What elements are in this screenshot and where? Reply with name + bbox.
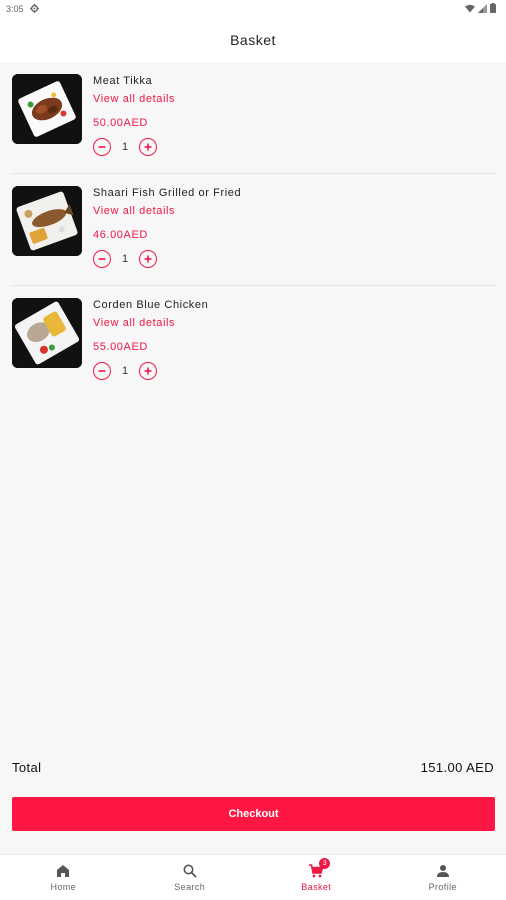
basket-list: Meat Tikka View all details 50.00AED 1 S… [0,62,506,398]
view-details-link[interactable]: View all details [93,317,175,329]
cart-icon: 3 [308,858,331,879]
quantity-stepper: 1 [93,250,157,268]
nav-search[interactable]: Search [127,855,254,900]
quantity-value: 1 [121,141,129,153]
plus-icon [144,255,152,263]
nav-profile[interactable]: Profile [380,855,506,900]
quantity-stepper: 1 [93,362,157,380]
decrease-quantity-button[interactable] [93,250,111,268]
nav-label: Profile [428,882,457,892]
nav-label: Basket [301,882,332,892]
increase-quantity-button[interactable] [139,138,157,156]
battery-icon [490,3,496,15]
basket-count-badge: 3 [319,858,331,869]
minus-icon [98,146,106,148]
bottom-nav: Home Search 3 Basket Profile [0,854,506,900]
item-name: Corden Blue Chicken [93,299,209,311]
plus-icon [144,143,152,151]
nav-label: Search [174,882,206,892]
meat-tikka-image[interactable] [12,74,82,144]
increase-quantity-button[interactable] [139,250,157,268]
view-details-link[interactable]: View all details [93,93,175,105]
total-value: 151.00 AED [420,760,494,775]
total-label: Total [12,760,42,775]
view-details-link[interactable]: View all details [93,205,175,217]
item-price: 46.00AED [93,229,148,241]
chicken-image[interactable] [12,298,82,368]
item-price: 50.00AED [93,117,148,129]
quantity-value: 1 [121,365,129,377]
status-bar: 3:05 [0,0,506,18]
basket-item: Corden Blue Chicken View all details 55.… [10,286,496,398]
signal-icon [478,3,487,15]
total-row: Total 151.00 AED [12,760,494,775]
basket-item: Meat Tikka View all details 50.00AED 1 [10,62,496,174]
minus-icon [98,370,106,372]
decrease-quantity-button[interactable] [93,138,111,156]
profile-icon [435,863,451,879]
checkout-button[interactable]: Checkout [12,797,495,831]
basket-item: Shaari Fish Grilled or Fried View all de… [10,174,496,286]
fish-image[interactable] [12,186,82,256]
item-name: Meat Tikka [93,75,153,87]
nav-home[interactable]: Home [0,855,127,900]
quantity-value: 1 [121,253,129,265]
quantity-stepper: 1 [93,138,157,156]
plus-icon [144,367,152,375]
page-title: Basket [230,32,276,48]
item-name: Shaari Fish Grilled or Fried [93,187,242,199]
increase-quantity-button[interactable] [139,362,157,380]
home-icon [55,863,71,879]
minus-icon [98,258,106,260]
wifi-icon [465,4,475,15]
status-time: 3:05 [6,4,24,14]
status-right [465,3,496,15]
decrease-quantity-button[interactable] [93,362,111,380]
status-left: 3:05 [6,3,39,15]
search-icon [182,863,198,879]
gear-icon [29,3,39,15]
nav-label: Home [50,882,77,892]
nav-basket[interactable]: 3 Basket [253,855,380,900]
item-price: 55.00AED [93,341,148,353]
app-bar: Basket [0,18,506,62]
